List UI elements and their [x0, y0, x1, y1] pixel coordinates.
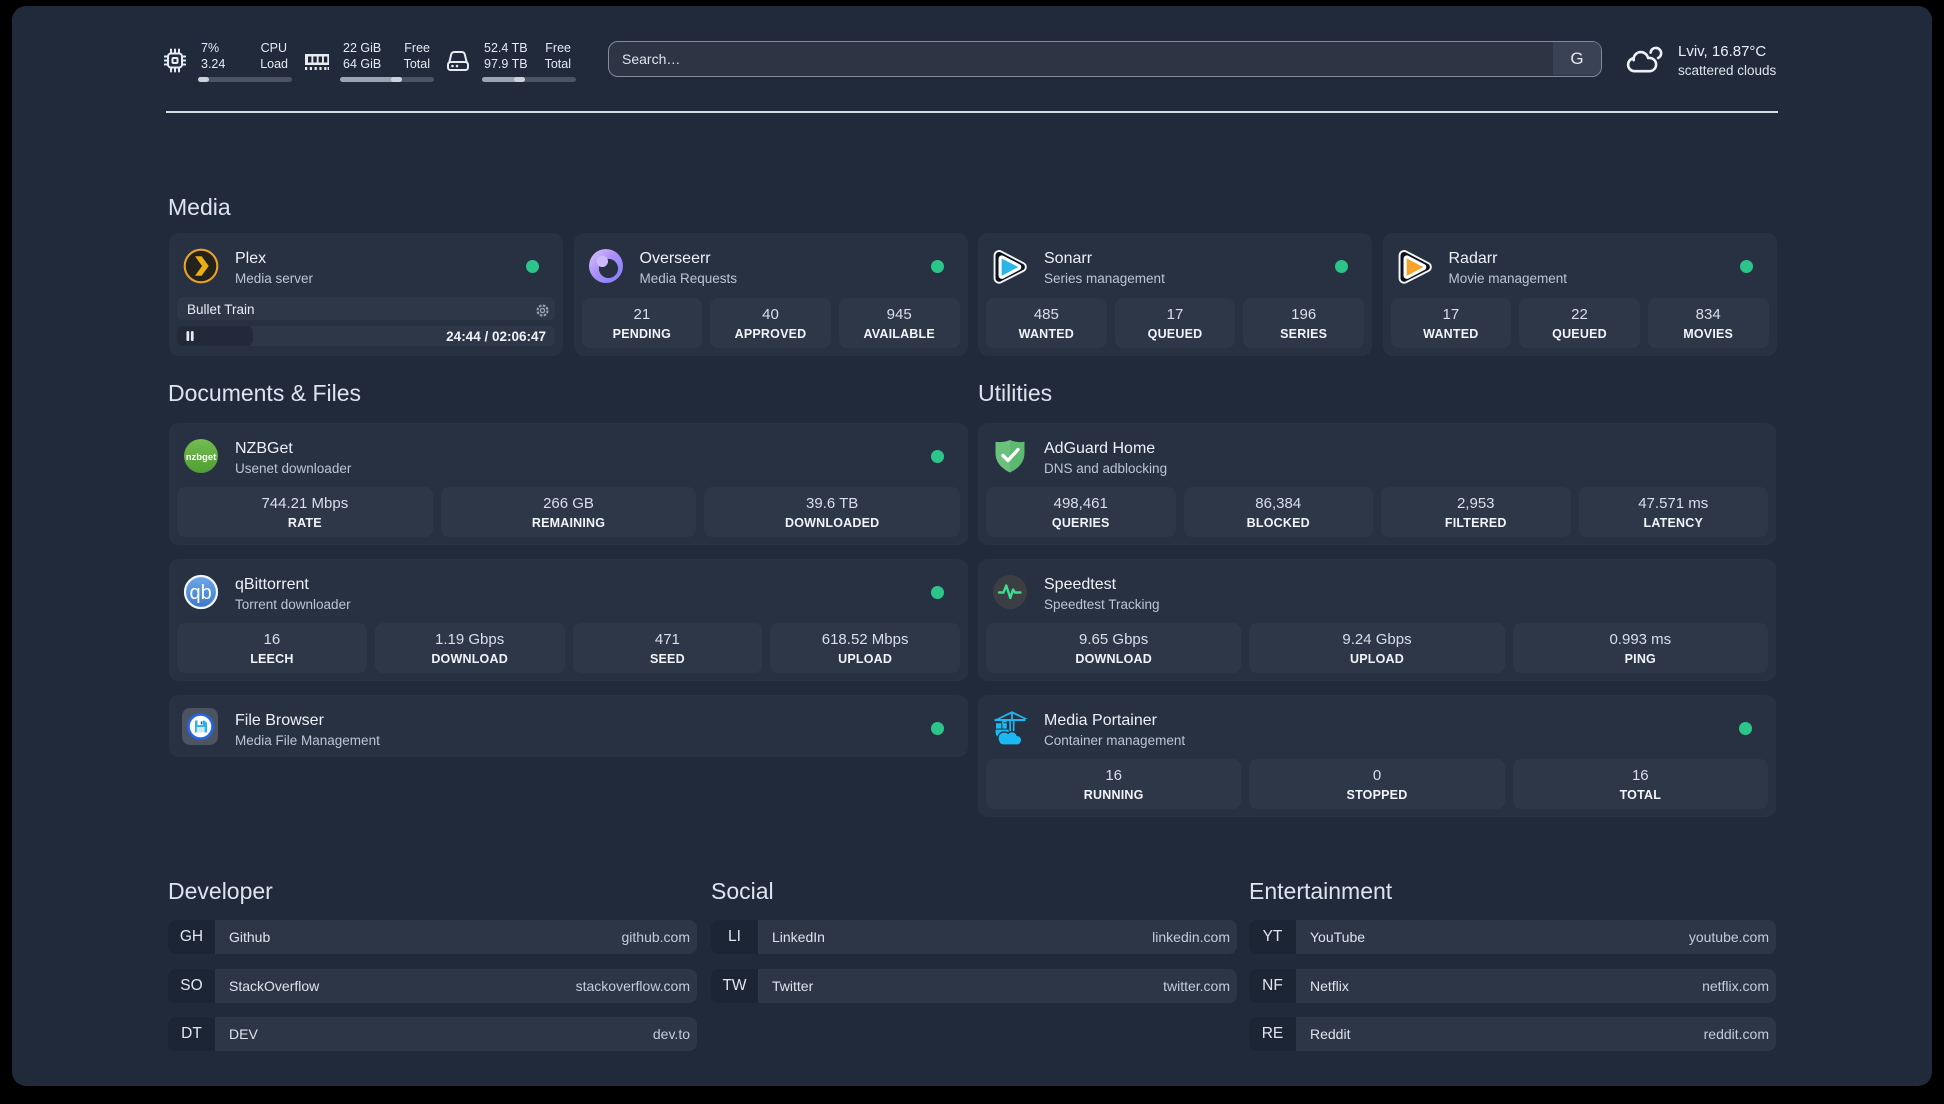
- svg-text:qb: qb: [189, 582, 211, 604]
- svg-text:nzbget: nzbget: [186, 452, 217, 463]
